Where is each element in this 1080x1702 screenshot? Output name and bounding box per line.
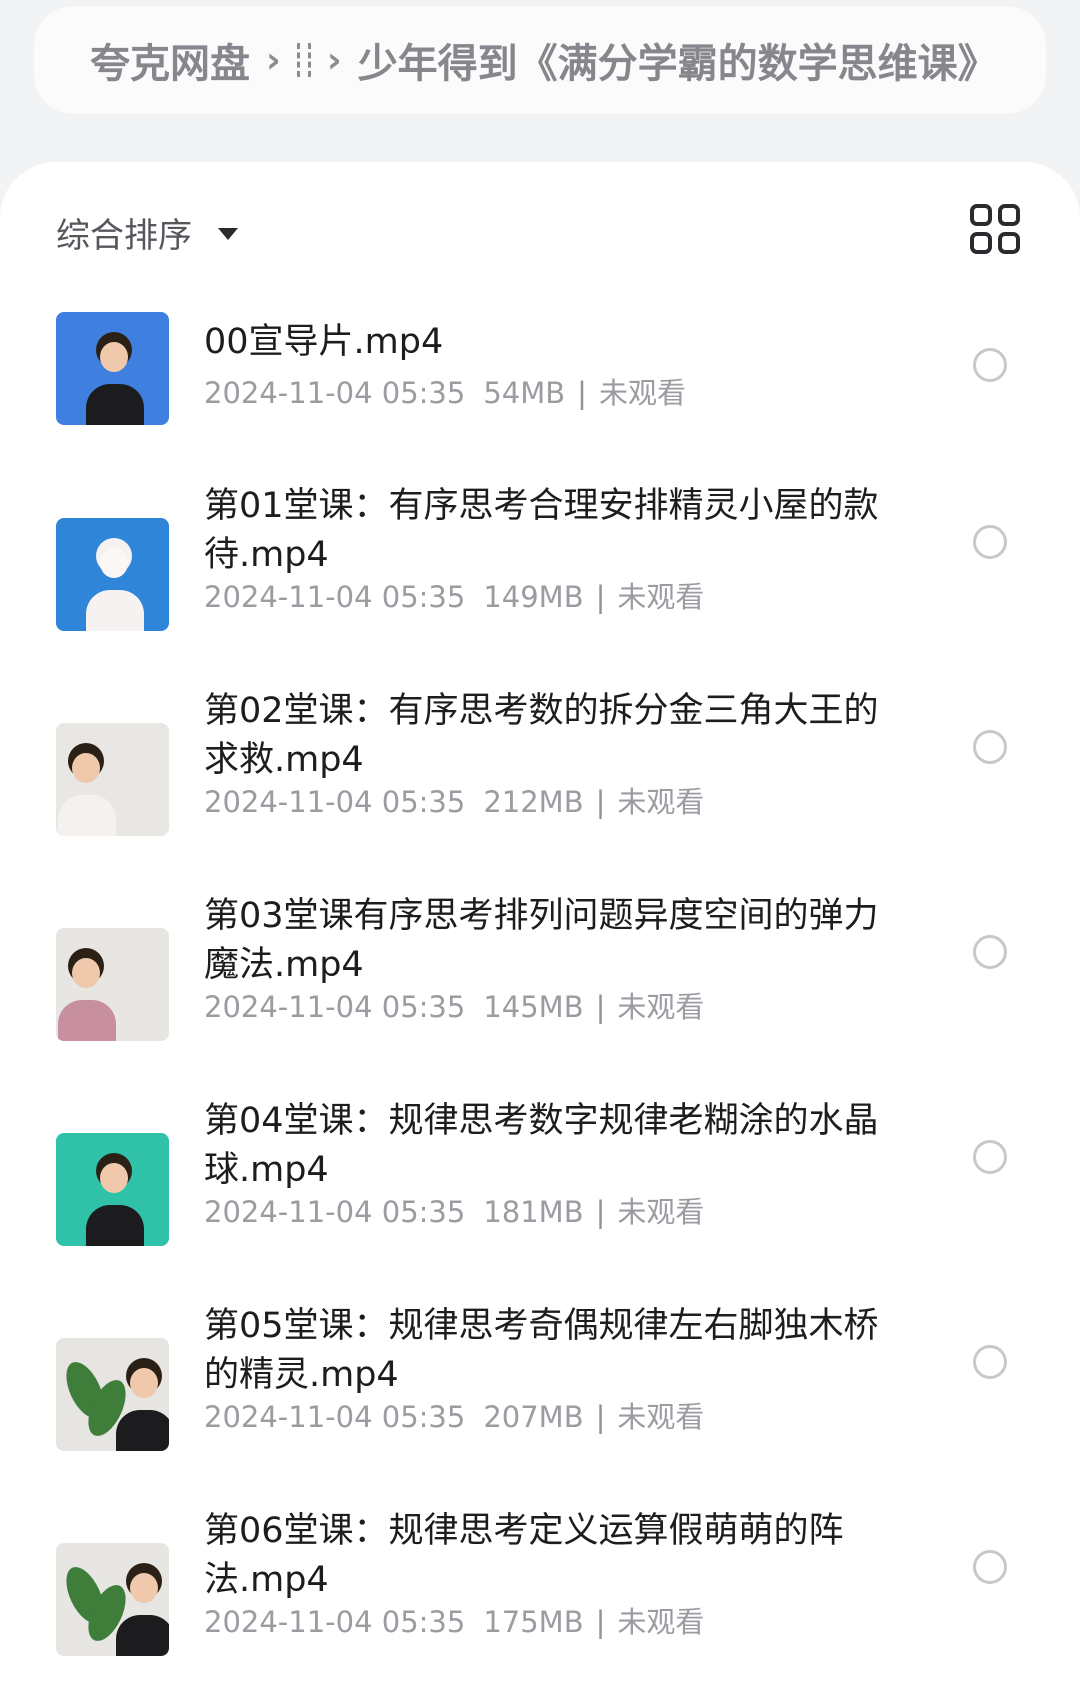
file-meta: 2024-11-04 05:35 149MB | 未观看: [204, 574, 704, 616]
list-item[interactable]: 第06堂课：规律思考定义运算假萌萌的阵法.mp4 2024-11-04 05:35…: [0, 1511, 1080, 1695]
select-radio[interactable]: [973, 1140, 1007, 1174]
list-item[interactable]: 00宣导片.mp4 2024-11-04 05:35 54MB | 未观看: [0, 312, 1080, 492]
watch-status: 未观看: [617, 1400, 705, 1434]
sort-label: 综合排序: [56, 215, 192, 256]
video-thumbnail[interactable]: [56, 1133, 169, 1246]
watch-status: 未观看: [617, 1605, 705, 1639]
file-name: 第02堂课：有序思考数的拆分金三角大王的求救.mp4: [204, 691, 879, 780]
meta-separator: |: [595, 785, 606, 819]
meta-separator: |: [595, 990, 606, 1024]
list-item[interactable]: 第02堂课：有序思考数的拆分金三角大王的求救.mp4 2024-11-04 05:…: [0, 691, 1080, 875]
file-name: 第06堂课：规律思考定义运算假萌萌的阵法.mp4: [204, 1511, 844, 1600]
caret-down-icon: [218, 228, 238, 240]
video-thumbnail[interactable]: [56, 312, 169, 425]
file-name: 第04堂课：规律思考数字规律老糊涂的水晶球.mp4: [204, 1101, 879, 1190]
file-date: 2024-11-04 05:35: [204, 990, 466, 1024]
breadcrumb-current-folder: 少年得到《满分学霸的数学思维课》: [357, 41, 998, 87]
breadcrumb-collapsed-item[interactable]: [296, 43, 311, 77]
breadcrumb: 夸克网盘 › › 少年得到《满分学霸的数学思维课》: [34, 6, 1046, 114]
file-meta: 2024-11-04 05:35 145MB | 未观看: [204, 984, 704, 1026]
file-size: 175MB: [483, 1605, 584, 1639]
file-meta: 2024-11-04 05:35 175MB | 未观看: [204, 1599, 704, 1641]
meta-separator: |: [595, 1605, 606, 1639]
video-thumbnail[interactable]: [56, 518, 169, 631]
watch-status: 未观看: [617, 1195, 705, 1229]
file-size: 145MB: [483, 990, 584, 1024]
grid-view-icon[interactable]: [970, 204, 1020, 254]
select-radio[interactable]: [973, 1345, 1007, 1379]
file-list-panel: 综合排序 00宣导片.mp4 2024-11-04 05:35 54MB | 未观看 第0…: [0, 162, 1080, 1702]
meta-separator: |: [595, 580, 606, 614]
select-radio[interactable]: [973, 730, 1007, 764]
sort-dropdown[interactable]: 综合排序: [56, 202, 238, 262]
video-thumbnail[interactable]: [56, 928, 169, 1041]
file-size: 54MB: [483, 376, 566, 410]
chevron-right-icon: ›: [326, 39, 342, 81]
file-date: 2024-11-04 05:35: [204, 1195, 466, 1229]
select-radio[interactable]: [973, 348, 1007, 382]
watch-status: 未观看: [617, 990, 705, 1024]
file-date: 2024-11-04 05:35: [204, 1605, 466, 1639]
meta-separator: |: [577, 376, 587, 410]
file-name: 第01堂课：有序思考合理安排精灵小屋的款待.mp4: [204, 486, 879, 575]
file-size: 207MB: [483, 1400, 584, 1434]
list-item[interactable]: 第05堂课：规律思考奇偶规律左右脚独木桥的精灵.mp4 2024-11-04 05…: [0, 1306, 1080, 1490]
watch-status: 未观看: [617, 785, 705, 819]
list-item[interactable]: 第04堂课：规律思考数字规律老糊涂的水晶球.mp4 2024-11-04 05:3…: [0, 1101, 1080, 1285]
select-radio[interactable]: [973, 525, 1007, 559]
file-date: 2024-11-04 05:35: [204, 1400, 466, 1434]
video-thumbnail[interactable]: [56, 1338, 169, 1451]
chevron-right-icon: ›: [266, 39, 281, 81]
file-meta: 2024-11-04 05:35 212MB | 未观看: [204, 779, 704, 821]
file-meta: 2024-11-04 05:35 207MB | 未观看: [204, 1394, 704, 1436]
list-item[interactable]: 第01堂课：有序思考合理安排精灵小屋的款待.mp4 2024-11-04 05:3…: [0, 486, 1080, 670]
file-size: 149MB: [483, 580, 584, 614]
watch-status: 未观看: [617, 580, 705, 614]
file-name: 00宣导片.mp4: [204, 322, 444, 362]
meta-separator: |: [595, 1195, 606, 1229]
list-item[interactable]: 第03堂课有序思考排列问题异度空间的弹力魔法.mp4 2024-11-04 05:…: [0, 896, 1080, 1080]
meta-separator: |: [595, 1400, 606, 1434]
video-thumbnail[interactable]: [56, 723, 169, 836]
select-radio[interactable]: [973, 935, 1007, 969]
file-size: 181MB: [483, 1195, 584, 1229]
breadcrumb-root[interactable]: 夸克网盘: [90, 31, 250, 89]
file-name: 第03堂课有序思考排列问题异度空间的弹力魔法.mp4: [204, 896, 879, 985]
file-name: 第05堂课：规律思考奇偶规律左右脚独木桥的精灵.mp4: [204, 1306, 879, 1395]
file-date: 2024-11-04 05:35: [204, 376, 466, 410]
file-size: 212MB: [483, 785, 584, 819]
file-date: 2024-11-04 05:35: [204, 785, 466, 819]
file-date: 2024-11-04 05:35: [204, 580, 466, 614]
watch-status: 未观看: [598, 376, 686, 410]
video-thumbnail[interactable]: [56, 1543, 169, 1656]
file-meta: 2024-11-04 05:35 54MB | 未观看: [204, 370, 686, 412]
select-radio[interactable]: [973, 1550, 1007, 1584]
file-meta: 2024-11-04 05:35 181MB | 未观看: [204, 1189, 704, 1231]
